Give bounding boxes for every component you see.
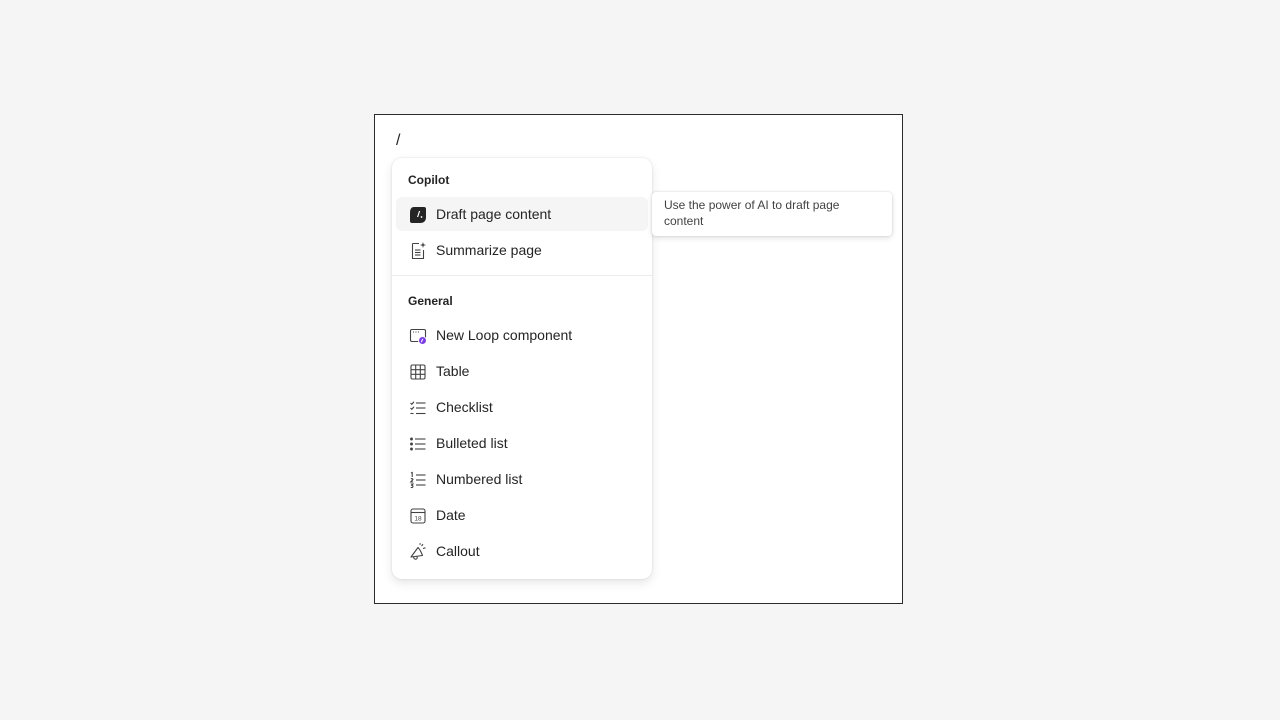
callout-megaphone-icon <box>408 542 428 562</box>
loop-component-icon <box>408 326 428 346</box>
numbered-list-icon <box>408 470 428 490</box>
menu-item-label: Numbered list <box>436 471 523 487</box>
section-title-general: General <box>408 294 453 308</box>
menu-item-label: Callout <box>436 543 480 559</box>
slash-command-text[interactable]: / <box>396 131 400 151</box>
menu-item-label: Date <box>436 507 466 523</box>
menu-item-table[interactable]: Table <box>396 354 648 388</box>
menu-item-label: Table <box>436 363 470 379</box>
menu-item-bulleted-list[interactable]: Bulleted list <box>396 426 648 460</box>
menu-item-label: Draft page content <box>436 206 552 222</box>
bulleted-list-icon <box>408 434 428 454</box>
menu-item-label: New Loop component <box>436 327 573 343</box>
calendar-date-number: 18 <box>414 516 422 523</box>
menu-item-label: Checklist <box>436 399 493 415</box>
menu-item-date[interactable]: 18 Date <box>396 498 648 532</box>
copilot-draft-icon <box>408 205 428 225</box>
table-icon <box>408 362 428 382</box>
section-title-copilot: Copilot <box>408 173 450 187</box>
summarize-page-icon <box>408 241 428 261</box>
menu-item-checklist[interactable]: Checklist <box>396 390 648 424</box>
section-divider <box>392 275 652 276</box>
menu-item-callout[interactable]: Callout <box>396 534 648 568</box>
menu-item-numbered-list[interactable]: Numbered list <box>396 462 648 496</box>
calendar-date-icon: 18 <box>408 506 428 526</box>
menu-item-tooltip: Use the power of AI to draft page conten… <box>652 192 892 236</box>
menu-item-label: Summarize page <box>436 242 542 258</box>
insert-menu: Copilot Draft page content Summarize pag… <box>392 158 652 579</box>
menu-item-summarize-page[interactable]: Summarize page <box>396 233 648 267</box>
checklist-icon <box>408 398 428 418</box>
menu-item-label: Bulleted list <box>436 435 508 451</box>
menu-item-draft-page-content[interactable]: Draft page content <box>396 197 648 231</box>
menu-item-new-loop-component[interactable]: New Loop component <box>396 318 648 352</box>
